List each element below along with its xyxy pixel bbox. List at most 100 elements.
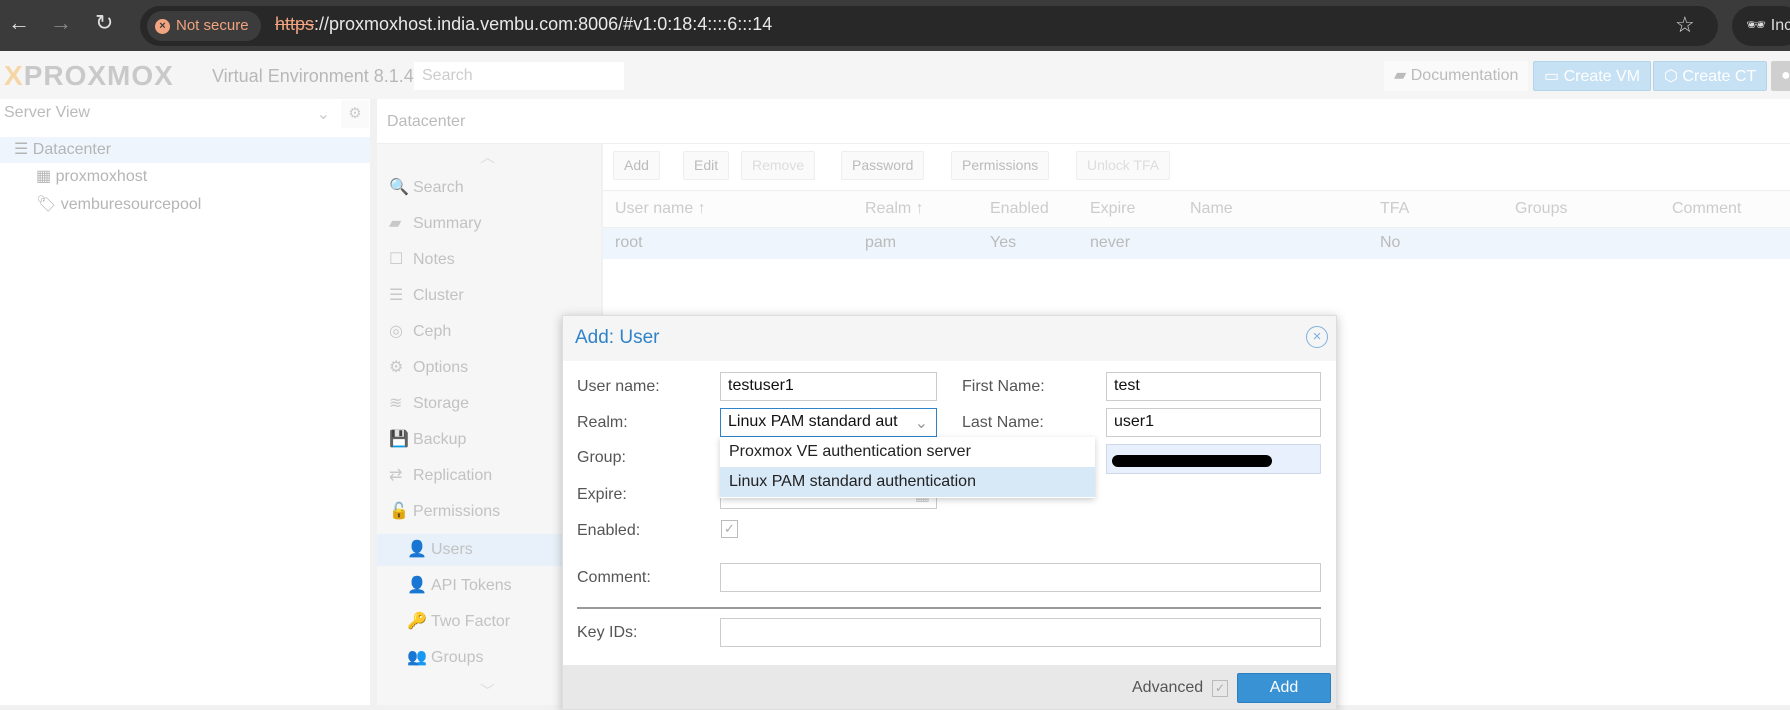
column-header[interactable]: Comment xyxy=(1672,200,1741,218)
table-cell: never xyxy=(1090,234,1131,251)
realm-select[interactable]: Linux PAM standard aut ⌄ xyxy=(720,408,937,437)
back-icon[interactable]: ← xyxy=(8,10,30,36)
lastname-label: Last Name: xyxy=(962,414,1044,431)
tree-item-pool[interactable]: 🏷 vemburesourcepool xyxy=(0,192,370,218)
nav-label: Options xyxy=(413,359,469,376)
incognito-icon: 🕶 xyxy=(1746,17,1771,34)
cube-icon: ⬡ xyxy=(1664,68,1683,85)
column-header[interactable]: Realm ↑ xyxy=(865,200,924,218)
table-row[interactable] xyxy=(603,228,1790,259)
chevron-down-icon: ⌄ xyxy=(316,106,330,123)
chevron-down-icon: ⌄ xyxy=(914,415,928,432)
permissions-button[interactable]: Permissions xyxy=(951,151,1050,180)
nav-label: Cluster xyxy=(413,287,464,304)
datacenter-icon: ☰ xyxy=(14,141,33,158)
tree-item-proxmoxhost[interactable]: ▦ proxmoxhost xyxy=(0,164,370,190)
nav-icon: 👤 xyxy=(407,577,427,594)
comment-label: Comment: xyxy=(577,569,651,586)
dialog-add-button[interactable]: Add xyxy=(1237,673,1331,703)
url-text[interactable]: https://proxmoxhost.india.vembu.com:8006… xyxy=(275,14,772,35)
nav-item-search[interactable]: 🔍 Search xyxy=(377,172,601,204)
firstname-input[interactable]: test xyxy=(1106,372,1321,401)
column-header[interactable]: User name ↑ xyxy=(615,200,706,218)
table-cell: No xyxy=(1380,234,1401,251)
incognito-profile[interactable]: 🕶 Inc xyxy=(1732,6,1790,46)
server-icon: ▦ xyxy=(36,168,56,185)
star-icon[interactable]: ☆ xyxy=(1675,12,1695,38)
nav-label: Backup xyxy=(413,431,467,448)
enabled-label: Enabled: xyxy=(577,522,641,539)
column-header[interactable]: Enabled xyxy=(990,200,1049,218)
column-header[interactable]: Name xyxy=(1190,200,1233,218)
add-button[interactable]: Add xyxy=(613,151,660,180)
unlock-tfa-button[interactable]: Unlock TFA xyxy=(1076,151,1171,180)
global-search-input[interactable]: Search xyxy=(414,62,624,90)
warning-icon: × xyxy=(155,18,170,34)
create-ct-button[interactable]: ⬡ Create CT xyxy=(1653,61,1768,91)
lastname-input[interactable]: user1 xyxy=(1106,408,1321,437)
redaction-mark xyxy=(1112,455,1272,467)
tree-item-datacenter[interactable]: ☰ Datacenter xyxy=(0,137,370,163)
profile-label: Inc xyxy=(1770,17,1790,34)
nav-icon: 💾 xyxy=(389,431,409,448)
remove-button[interactable]: Remove xyxy=(741,151,816,180)
proxmox-logo: XPROXMOX xyxy=(4,60,174,91)
nav-label: Users xyxy=(431,541,473,558)
close-icon[interactable]: × xyxy=(1306,326,1328,348)
security-badge[interactable]: × Not secure xyxy=(147,11,261,41)
column-header[interactable]: Expire xyxy=(1090,200,1135,218)
realm-option-pam[interactable]: Linux PAM standard authentication xyxy=(720,467,1095,497)
nav-label: Notes xyxy=(413,251,455,268)
realm-label: Realm: xyxy=(577,414,628,431)
book-icon: ▰ xyxy=(1394,67,1411,84)
edit-button[interactable]: Edit xyxy=(683,151,730,180)
username-input[interactable]: testuser1 xyxy=(720,372,937,401)
username-label: User name: xyxy=(577,378,660,395)
dialog-title: Add: User xyxy=(575,327,660,348)
nav-icon: 🔓 xyxy=(389,503,409,520)
divider xyxy=(577,607,1321,609)
reload-icon[interactable]: ↻ xyxy=(95,10,113,36)
breadcrumb: Datacenter xyxy=(377,99,1790,144)
nav-item-notes[interactable]: ☐ Notes xyxy=(377,244,601,276)
dialog-header xyxy=(563,316,1336,361)
nav-item-cluster[interactable]: ☰ Cluster xyxy=(377,280,601,312)
keyids-input[interactable] xyxy=(720,618,1321,647)
advanced-label: Advanced xyxy=(1132,679,1204,696)
user-menu-button[interactable]: ● xyxy=(1771,61,1790,91)
realm-option-pve[interactable]: Proxmox VE authentication server xyxy=(720,437,1095,467)
nav-label: Groups xyxy=(431,649,484,666)
create-vm-button[interactable]: ▭ Create VM xyxy=(1533,61,1652,91)
column-header[interactable]: Groups xyxy=(1515,200,1567,218)
nav-label: API Tokens xyxy=(431,577,512,594)
advanced-checkbox[interactable]: ✓ xyxy=(1212,680,1228,697)
table-cell: root xyxy=(615,234,643,251)
forward-icon[interactable]: → xyxy=(50,10,72,36)
url-scheme: https xyxy=(275,14,315,34)
table-cell: Yes xyxy=(990,234,1017,251)
nav-label: Ceph xyxy=(413,323,452,340)
nav-item-summary[interactable]: ▰ Summary xyxy=(377,208,601,240)
scroll-down-icon[interactable]: ﹀ xyxy=(480,680,495,701)
url-rest: ://proxmoxhost.india.vembu.com:8006/#v1:… xyxy=(314,14,773,34)
comment-input[interactable] xyxy=(720,563,1321,592)
enabled-checkbox[interactable]: ✓ xyxy=(721,520,738,538)
nav-icon: 🔑 xyxy=(407,613,427,630)
nav-label: Search xyxy=(413,179,464,196)
expire-label: Expire: xyxy=(577,486,627,503)
group-label: Group: xyxy=(577,449,626,466)
nav-label: Summary xyxy=(413,215,482,232)
firstname-label: First Name: xyxy=(962,378,1045,395)
version-label: Virtual Environment 8.1.4 xyxy=(212,66,414,86)
keyids-label: Key IDs: xyxy=(577,624,638,641)
nav-icon: 👥 xyxy=(407,649,427,666)
scroll-up-icon[interactable]: ︿ xyxy=(480,146,495,167)
user-icon: ● xyxy=(1781,67,1790,84)
documentation-button[interactable]: ▰ Documentation xyxy=(1384,61,1529,91)
server-view-select[interactable]: Server View ⌄ xyxy=(0,100,334,128)
gear-icon[interactable]: ⚙ xyxy=(341,100,369,128)
column-header[interactable]: TFA xyxy=(1380,200,1409,218)
password-button[interactable]: Password xyxy=(841,151,925,180)
security-label: Not secure xyxy=(176,17,249,34)
nav-label: Replication xyxy=(413,467,493,484)
